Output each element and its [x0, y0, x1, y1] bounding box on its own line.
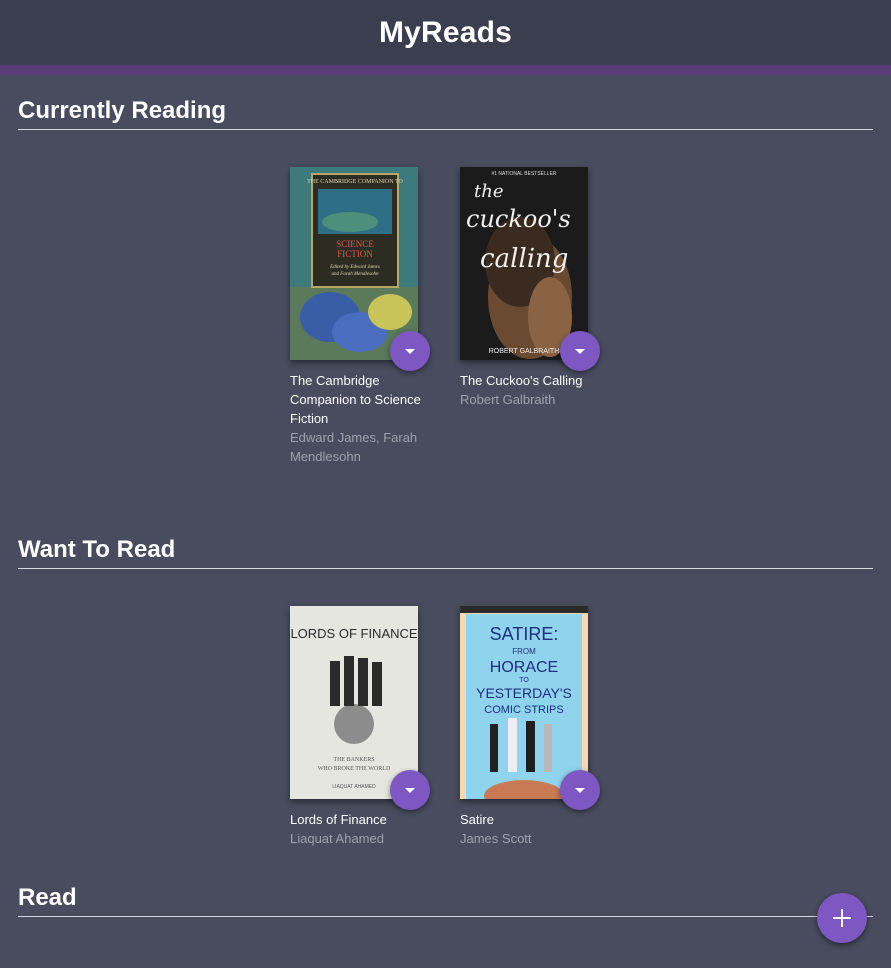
- shelf-changer-button[interactable]: [560, 770, 600, 810]
- svg-text:THE CAMBRIDGE COMPANION TO: THE CAMBRIDGE COMPANION TO: [307, 179, 403, 185]
- book-cover[interactable]: #1 NATIONAL BESTSELLER the cuckoo's call…: [460, 167, 588, 360]
- svg-text:TO: TO: [519, 677, 529, 684]
- svg-text:the: the: [474, 181, 503, 202]
- svg-text:and Farah Mendlesohn: and Farah Mendlesohn: [332, 272, 379, 277]
- svg-text:HORACE: HORACE: [490, 659, 558, 676]
- book-cover[interactable]: THE CAMBRIDGE COMPANION TO SCIENCE FICTI…: [290, 167, 418, 360]
- shelf-title: Currently Reading: [18, 97, 873, 130]
- add-book-button[interactable]: [817, 893, 867, 943]
- shelf-read: Read: [0, 884, 891, 917]
- app-title: MyReads: [378, 15, 513, 49]
- svg-text:COMIC STRIPS: COMIC STRIPS: [484, 704, 563, 716]
- svg-text:YESTERDAY'S: YESTERDAY'S: [476, 685, 572, 701]
- caret-down-icon: [405, 787, 415, 793]
- svg-text:SATIRE:: SATIRE:: [490, 624, 559, 644]
- svg-text:FROM: FROM: [512, 647, 536, 656]
- svg-text:cuckoo's: cuckoo's: [466, 205, 571, 233]
- shelf-changer-button[interactable]: [560, 331, 600, 371]
- svg-text:calling: calling: [480, 244, 568, 274]
- plus-icon: [833, 909, 851, 927]
- svg-text:FICTION: FICTION: [337, 249, 373, 259]
- book-cover[interactable]: SATIRE: FROM HORACE TO YESTERDAY'S COMIC…: [460, 606, 588, 799]
- caret-down-icon: [575, 787, 585, 793]
- shelf-changer-button[interactable]: [390, 331, 430, 371]
- svg-text:ROBERT GALBRAITH: ROBERT GALBRAITH: [489, 348, 560, 355]
- svg-text:THE BANKERS: THE BANKERS: [333, 757, 374, 763]
- book-title: Lords of Finance: [290, 812, 387, 827]
- book-authors: Edward James, Farah Mendlesohn: [290, 430, 418, 464]
- book-authors: James Scott: [460, 831, 532, 846]
- caret-down-icon: [405, 348, 415, 354]
- shelf-title: Read: [18, 884, 873, 917]
- caret-down-icon: [575, 348, 585, 354]
- svg-text:SCIENCE: SCIENCE: [336, 239, 374, 249]
- shelf-currently-reading: Currently Reading THE CAMBRIDGE COMPANIO…: [0, 97, 891, 490]
- book-title: The Cambridge Companion to Science Ficti…: [290, 373, 421, 426]
- book-authors: Liaquat Ahamed: [290, 831, 384, 846]
- svg-text:WHO BROKE THE WORLD: WHO BROKE THE WORLD: [318, 766, 391, 772]
- svg-text:Edited by Edward James: Edited by Edward James: [329, 265, 380, 270]
- book-title: The Cuckoo's Calling: [460, 373, 583, 388]
- book-title: Satire: [460, 812, 494, 827]
- book-authors: Robert Galbraith: [460, 392, 556, 407]
- svg-text:#1 NATIONAL BESTSELLER: #1 NATIONAL BESTSELLER: [491, 171, 556, 177]
- shelf-want-to-read: Want To Read LORDS OF FINANCE THE BANKER…: [0, 536, 891, 879]
- book-grid: LORDS OF FINANCE THE BANKERS WHO BROKE T…: [0, 569, 891, 879]
- svg-text:LIAQUAT AHAMED: LIAQUAT AHAMED: [332, 784, 376, 790]
- shelf-title: Want To Read: [18, 536, 873, 569]
- book-grid: THE CAMBRIDGE COMPANION TO SCIENCE FICTI…: [0, 130, 891, 490]
- book-cover[interactable]: LORDS OF FINANCE THE BANKERS WHO BROKE T…: [290, 606, 418, 799]
- svg-text:LORDS OF FINANCE: LORDS OF FINANCE: [290, 626, 417, 641]
- app-header: MyReads: [0, 0, 891, 75]
- shelf-changer-button[interactable]: [390, 770, 430, 810]
